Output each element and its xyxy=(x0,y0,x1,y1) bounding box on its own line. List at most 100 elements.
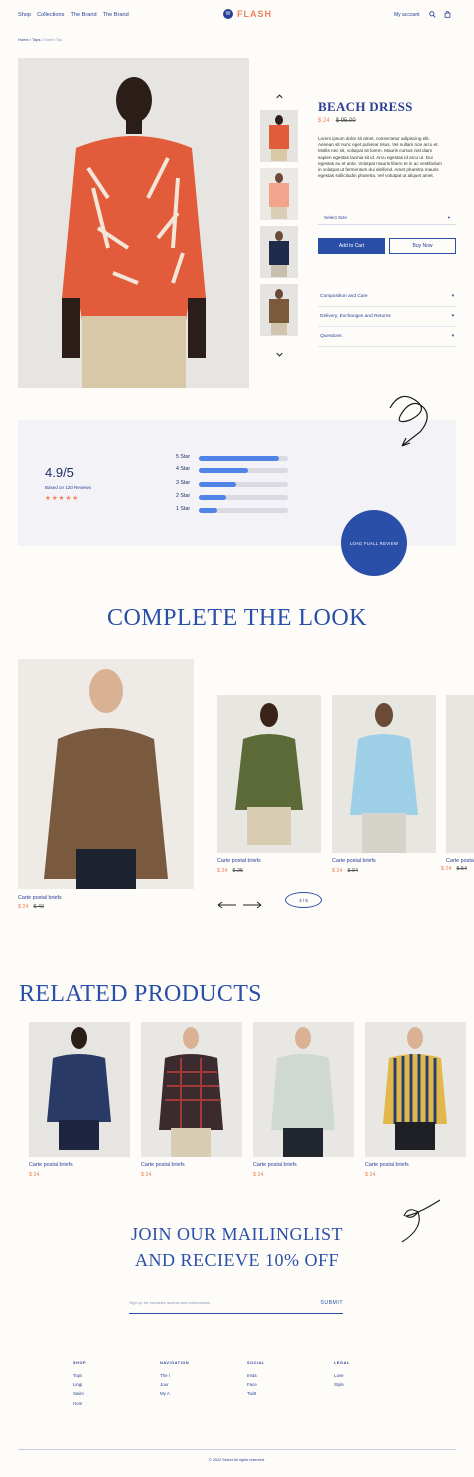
chevron-down-icon[interactable] xyxy=(276,344,283,362)
arrow-right-icon[interactable] xyxy=(242,896,262,914)
rating-score: 4.9/5 xyxy=(45,465,74,480)
add-to-cart-button[interactable]: Add to Cart xyxy=(318,238,385,254)
look-card-name-3[interactable]: Carte postal briefs xyxy=(332,858,376,864)
my-account-link[interactable]: My account xyxy=(394,12,420,18)
buy-now-button[interactable]: Buy Now xyxy=(389,238,456,254)
thumbnail-1[interactable] xyxy=(260,110,298,162)
logo-mark: W xyxy=(223,9,233,19)
rating-stars: ★★★★★ xyxy=(45,495,80,502)
related-card-price-1: $ 24 xyxy=(29,1172,40,1178)
caret-down-icon: ▾ xyxy=(451,334,454,339)
size-select-label: Select Size xyxy=(324,215,347,220)
look-card-image-4[interactable] xyxy=(446,695,474,853)
footer-link[interactable]: Tops xyxy=(73,1373,86,1382)
rating-bar-track xyxy=(199,495,288,500)
rating-bar-fill xyxy=(199,482,237,487)
product-price: $ 24 $ 95.00 xyxy=(318,118,356,124)
nav-the-brand[interactable]: The Brand xyxy=(70,12,96,18)
footer-heading: NAVIGATION xyxy=(160,1361,190,1365)
footer-heading: SHOP xyxy=(73,1361,87,1365)
footer-link[interactable]: The l xyxy=(160,1373,189,1382)
footer-link[interactable]: Face xyxy=(247,1382,265,1391)
complete-look-title: COMPLETE THE LOOK xyxy=(106,605,368,631)
carousel-pager: 4 / 5 xyxy=(285,892,322,908)
footer-link[interactable]: Style xyxy=(334,1382,350,1391)
thumbnail-3[interactable] xyxy=(260,226,298,278)
nav-shop[interactable]: Shop xyxy=(18,12,31,18)
accordion-questions[interactable]: Questions ▾ xyxy=(318,327,456,347)
logo-text: FLASH xyxy=(237,9,272,19)
footer-link[interactable]: Lingi xyxy=(73,1382,86,1391)
bag-icon[interactable] xyxy=(444,10,451,20)
rating-bar-fill xyxy=(199,508,217,513)
footer-link[interactable]: Love xyxy=(334,1373,350,1382)
related-card-image-1[interactable] xyxy=(29,1022,130,1157)
look-card-price-4: $ 24 $ 54 xyxy=(441,866,467,872)
caret-down-icon: ▾ xyxy=(451,294,454,299)
breadcrumb: Home / Tops / Green Top xyxy=(18,37,63,42)
footer-link[interactable]: My A xyxy=(160,1391,189,1400)
look-card-name-1[interactable]: Carte postal briefs xyxy=(18,895,62,901)
thumbnail-2[interactable] xyxy=(260,168,298,220)
look-card-name-4[interactable]: Carte postal briefs xyxy=(446,858,474,864)
related-card-image-3[interactable] xyxy=(253,1022,354,1157)
nav-the-brand-2[interactable]: The Brand xyxy=(103,12,129,18)
footer-col-social: SOCIAL Insta Face Twitt xyxy=(247,1361,265,1401)
rating-bar-track xyxy=(199,456,288,461)
rating-bar-label: 2 Star xyxy=(176,493,191,499)
caret-down-icon: ▾ xyxy=(447,215,450,220)
rating-bar-fill xyxy=(199,468,248,473)
thumbnail-4[interactable] xyxy=(260,284,298,336)
rating-bar-label: 4 Star xyxy=(176,466,191,472)
accordion-delivery[interactable]: Delivery, Exchanges and Returns ▾ xyxy=(318,307,456,327)
footer-heading: SOCIAL xyxy=(247,1361,265,1365)
related-card-image-2[interactable] xyxy=(141,1022,242,1157)
look-card-image-3[interactable] xyxy=(332,695,436,853)
footer-heading: LEGAL xyxy=(334,1361,350,1365)
footer-link[interactable]: Twitt xyxy=(247,1391,265,1400)
related-card-name-2[interactable]: Carte postal briefs xyxy=(141,1162,185,1168)
mailing-title-line2: AND RECIEVE 10% OFF xyxy=(134,1250,339,1270)
product-title: BEACH DRESS xyxy=(318,99,413,114)
related-card-price-4: $ 24 xyxy=(365,1172,376,1178)
rating-bar-fill xyxy=(199,456,280,461)
footer-link[interactable]: Insta xyxy=(247,1373,265,1382)
size-select[interactable]: Select Size ▾ xyxy=(318,211,456,225)
main-nav: Shop Collections The Brand The Brand xyxy=(18,12,129,18)
mailing-title-line1: JOIN OUR MAILINGLIST xyxy=(131,1224,343,1244)
product-description: Lorem ipsum dolor sit amet, consectetur … xyxy=(318,136,442,179)
product-main-image xyxy=(18,58,249,388)
footer-link[interactable]: Hom xyxy=(73,1401,86,1410)
rating-bar-label: 3 Star xyxy=(176,480,191,486)
look-card-image-1[interactable] xyxy=(18,659,194,889)
scribble-arrow-icon xyxy=(389,395,428,447)
mailing-form: Sign up for exclusive access and informa… xyxy=(129,1300,343,1314)
footer-link[interactable]: Swim xyxy=(73,1391,86,1400)
footer-divider xyxy=(18,1449,456,1450)
related-card-name-1[interactable]: Carte postal briefs xyxy=(29,1162,73,1168)
chevron-up-icon[interactable] xyxy=(276,94,283,101)
look-card-price-1: $ 24 $ 40 xyxy=(18,904,44,910)
related-card-price-2: $ 24 xyxy=(141,1172,152,1178)
arrow-left-icon[interactable] xyxy=(217,896,237,914)
nav-collections[interactable]: Collections xyxy=(37,12,64,18)
caret-down-icon: ▾ xyxy=(451,314,454,319)
rating-bar-fill xyxy=(199,495,226,500)
breadcrumb-home[interactable]: Home xyxy=(18,37,29,42)
load-reviews-button[interactable]: LOAD FUALL REVIEW xyxy=(341,510,407,576)
accordion-composition[interactable]: Composition and Care ▾ xyxy=(318,287,456,307)
related-card-image-4[interactable] xyxy=(365,1022,466,1157)
rating-bar-track xyxy=(199,482,288,487)
related-card-name-3[interactable]: Carte postal briefs xyxy=(253,1162,297,1168)
old-price: $ 95.00 xyxy=(335,118,356,124)
look-card-image-2[interactable] xyxy=(217,695,321,853)
footer-link[interactable]: Jour xyxy=(160,1382,189,1391)
search-icon[interactable] xyxy=(429,11,436,20)
look-card-name-2[interactable]: Carte postal briefs xyxy=(217,858,261,864)
related-card-name-4[interactable]: Carte postal briefs xyxy=(365,1162,409,1168)
logo[interactable]: W FLASH xyxy=(223,9,272,19)
email-input[interactable]: Sign up for exclusive access and informa… xyxy=(129,1300,210,1305)
submit-button[interactable]: SUBMIT xyxy=(320,1300,343,1306)
related-card-price-3: $ 24 xyxy=(253,1172,264,1178)
rating-bar-label: 5 Star xyxy=(176,454,191,460)
